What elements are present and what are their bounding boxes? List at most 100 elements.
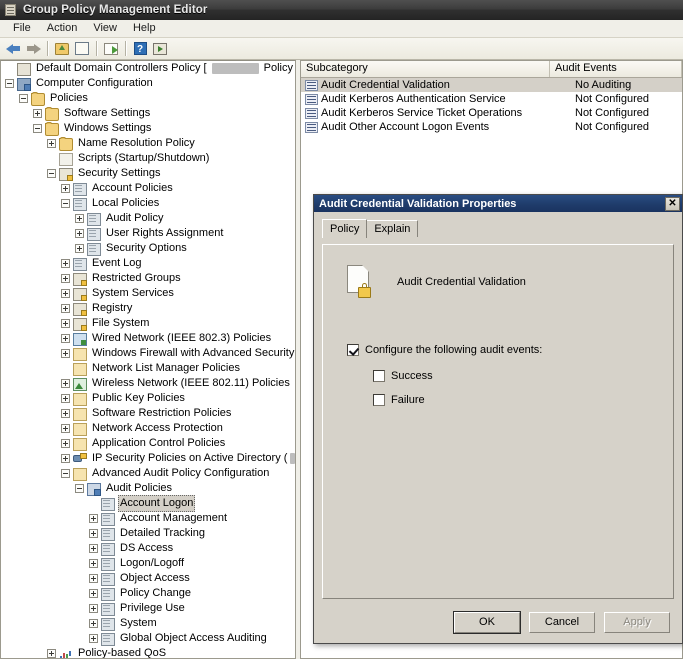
tree-item-policy-change[interactable]: Policy Change <box>1 586 295 601</box>
collapse-icon[interactable] <box>33 124 42 133</box>
close-icon[interactable]: ✕ <box>665 196 680 211</box>
expand-icon[interactable] <box>61 394 70 403</box>
tree-item-registry[interactable]: Registry <box>1 301 295 316</box>
back-button[interactable] <box>4 40 22 58</box>
console-tree-pane[interactable]: Default Domain Controllers Policy [Polic… <box>0 60 296 659</box>
expand-icon[interactable] <box>61 424 70 433</box>
tree-item-computer-configuration[interactable]: Computer Configuration <box>1 76 295 91</box>
tree-item-detailed-tracking[interactable]: Detailed Tracking <box>1 526 295 541</box>
menu-item-file[interactable]: File <box>5 21 39 36</box>
configure-audit-events-checkbox-row[interactable]: Configure the following audit events: <box>347 344 659 356</box>
cancel-button[interactable]: Cancel <box>529 612 595 633</box>
tree-item-network-access-protection[interactable]: Network Access Protection <box>1 421 295 436</box>
expand-icon[interactable] <box>61 184 70 193</box>
expand-icon[interactable] <box>89 619 98 628</box>
expand-icon[interactable] <box>61 349 70 358</box>
column-header-subcategory[interactable]: Subcategory <box>301 61 550 77</box>
audit-credential-validation-properties-dialog[interactable]: Audit Credential Validation Properties ✕… <box>313 194 683 644</box>
expand-icon[interactable] <box>61 334 70 343</box>
success-checkbox-row[interactable]: Success <box>373 370 659 382</box>
export-list-button[interactable] <box>102 40 120 58</box>
tree-item-software-restriction-policies[interactable]: Software Restriction Policies <box>1 406 295 421</box>
tree-item-wired-network-ieee-802-3-policies[interactable]: Wired Network (IEEE 802.3) Policies <box>1 331 295 346</box>
tree-item-account-policies[interactable]: Account Policies <box>1 181 295 196</box>
tree-item-software-settings[interactable]: Software Settings <box>1 106 295 121</box>
failure-checkbox[interactable] <box>373 394 385 406</box>
collapse-icon[interactable] <box>19 94 28 103</box>
expand-icon[interactable] <box>75 244 84 253</box>
tab-policy[interactable]: Policy <box>322 219 368 238</box>
tree-item-file-system[interactable]: File System <box>1 316 295 331</box>
expand-icon[interactable] <box>61 259 70 268</box>
expand-icon[interactable] <box>61 409 70 418</box>
tree-item-logon-logoff[interactable]: Logon/Logoff <box>1 556 295 571</box>
tree-item-restricted-groups[interactable]: Restricted Groups <box>1 271 295 286</box>
tree-root-item[interactable]: Default Domain Controllers Policy [Polic… <box>1 61 295 76</box>
show-hide-console-tree-button[interactable] <box>73 40 91 58</box>
up-one-level-button[interactable] <box>53 40 71 58</box>
tree-item-account-logon[interactable]: Account Logon <box>1 495 295 512</box>
tree-item-privilege-use[interactable]: Privilege Use <box>1 601 295 616</box>
expand-icon[interactable] <box>89 589 98 598</box>
collapse-icon[interactable] <box>75 484 84 493</box>
expand-icon[interactable] <box>89 604 98 613</box>
expand-icon[interactable] <box>75 229 84 238</box>
expand-icon[interactable] <box>61 304 70 313</box>
table-row[interactable]: Audit Credential Validation No Auditing <box>301 78 682 92</box>
tree-item-account-management[interactable]: Account Management <box>1 511 295 526</box>
show-action-pane-button[interactable] <box>151 40 169 58</box>
expand-icon[interactable] <box>75 214 84 223</box>
tree-item-public-key-policies[interactable]: Public Key Policies <box>1 391 295 406</box>
tree-item-security-settings[interactable]: Security Settings <box>1 166 295 181</box>
expand-icon[interactable] <box>61 289 70 298</box>
menu-item-help[interactable]: Help <box>125 21 164 36</box>
tree-item-policies[interactable]: Policies <box>1 91 295 106</box>
expand-icon[interactable] <box>89 514 98 523</box>
tree-item-audit-policy[interactable]: Audit Policy <box>1 211 295 226</box>
tree-item-ip-security-policies-on-active-directory[interactable]: IP Security Policies on Active Directory… <box>1 451 295 466</box>
collapse-icon[interactable] <box>61 469 70 478</box>
expand-icon[interactable] <box>61 274 70 283</box>
tree-item-user-rights-assignment[interactable]: User Rights Assignment <box>1 226 295 241</box>
ok-button[interactable]: OK <box>453 611 521 634</box>
menu-item-view[interactable]: View <box>85 21 125 36</box>
tree-item-name-resolution-policy[interactable]: Name Resolution Policy <box>1 136 295 151</box>
tree-item-event-log[interactable]: Event Log <box>1 256 295 271</box>
tree-item-system[interactable]: System <box>1 616 295 631</box>
collapse-icon[interactable] <box>5 79 14 88</box>
table-row[interactable]: Audit Kerberos Service Ticket Operations… <box>301 106 682 120</box>
tree-item-system-services[interactable]: System Services <box>1 286 295 301</box>
expand-icon[interactable] <box>89 529 98 538</box>
tab-explain[interactable]: Explain <box>366 220 419 237</box>
collapse-icon[interactable] <box>47 169 56 178</box>
expand-icon[interactable] <box>61 379 70 388</box>
tree-item-application-control-policies[interactable]: Application Control Policies <box>1 436 295 451</box>
tree-item-windows-firewall-with-advanced-security[interactable]: Windows Firewall with Advanced Security <box>1 346 295 361</box>
expand-icon[interactable] <box>89 544 98 553</box>
tree-item-wireless-network-ieee-802-11-policies[interactable]: Wireless Network (IEEE 802.11) Policies <box>1 376 295 391</box>
configure-audit-events-checkbox[interactable] <box>347 344 359 356</box>
expand-icon[interactable] <box>47 649 56 658</box>
expand-icon[interactable] <box>61 454 70 463</box>
forward-button[interactable] <box>24 40 42 58</box>
expand-icon[interactable] <box>89 574 98 583</box>
expand-icon[interactable] <box>47 139 56 148</box>
expand-icon[interactable] <box>61 319 70 328</box>
collapse-icon[interactable] <box>61 199 70 208</box>
expand-icon[interactable] <box>61 439 70 448</box>
tree-item-network-list-manager-policies[interactable]: Network List Manager Policies <box>1 361 295 376</box>
tree-item-local-policies[interactable]: Local Policies <box>1 196 295 211</box>
tree-item-audit-policies[interactable]: Audit Policies <box>1 481 295 496</box>
expand-icon[interactable] <box>89 634 98 643</box>
help-button[interactable]: ? <box>131 40 149 58</box>
tree-item-ds-access[interactable]: DS Access <box>1 541 295 556</box>
column-header-audit-events[interactable]: Audit Events <box>550 61 682 77</box>
tree-item-policy-based-qos[interactable]: Policy-based QoS <box>1 646 295 658</box>
tree-item-security-options[interactable]: Security Options <box>1 241 295 256</box>
expand-icon[interactable] <box>89 559 98 568</box>
tree-item-advanced-audit-policy-configuration[interactable]: Advanced Audit Policy Configuration <box>1 466 295 481</box>
success-checkbox[interactable] <box>373 370 385 382</box>
tree-item-global-object-access-auditing[interactable]: Global Object Access Auditing <box>1 631 295 646</box>
tree-item-object-access[interactable]: Object Access <box>1 571 295 586</box>
tree-item-scripts-startup-shutdown[interactable]: Scripts (Startup/Shutdown) <box>1 151 295 166</box>
